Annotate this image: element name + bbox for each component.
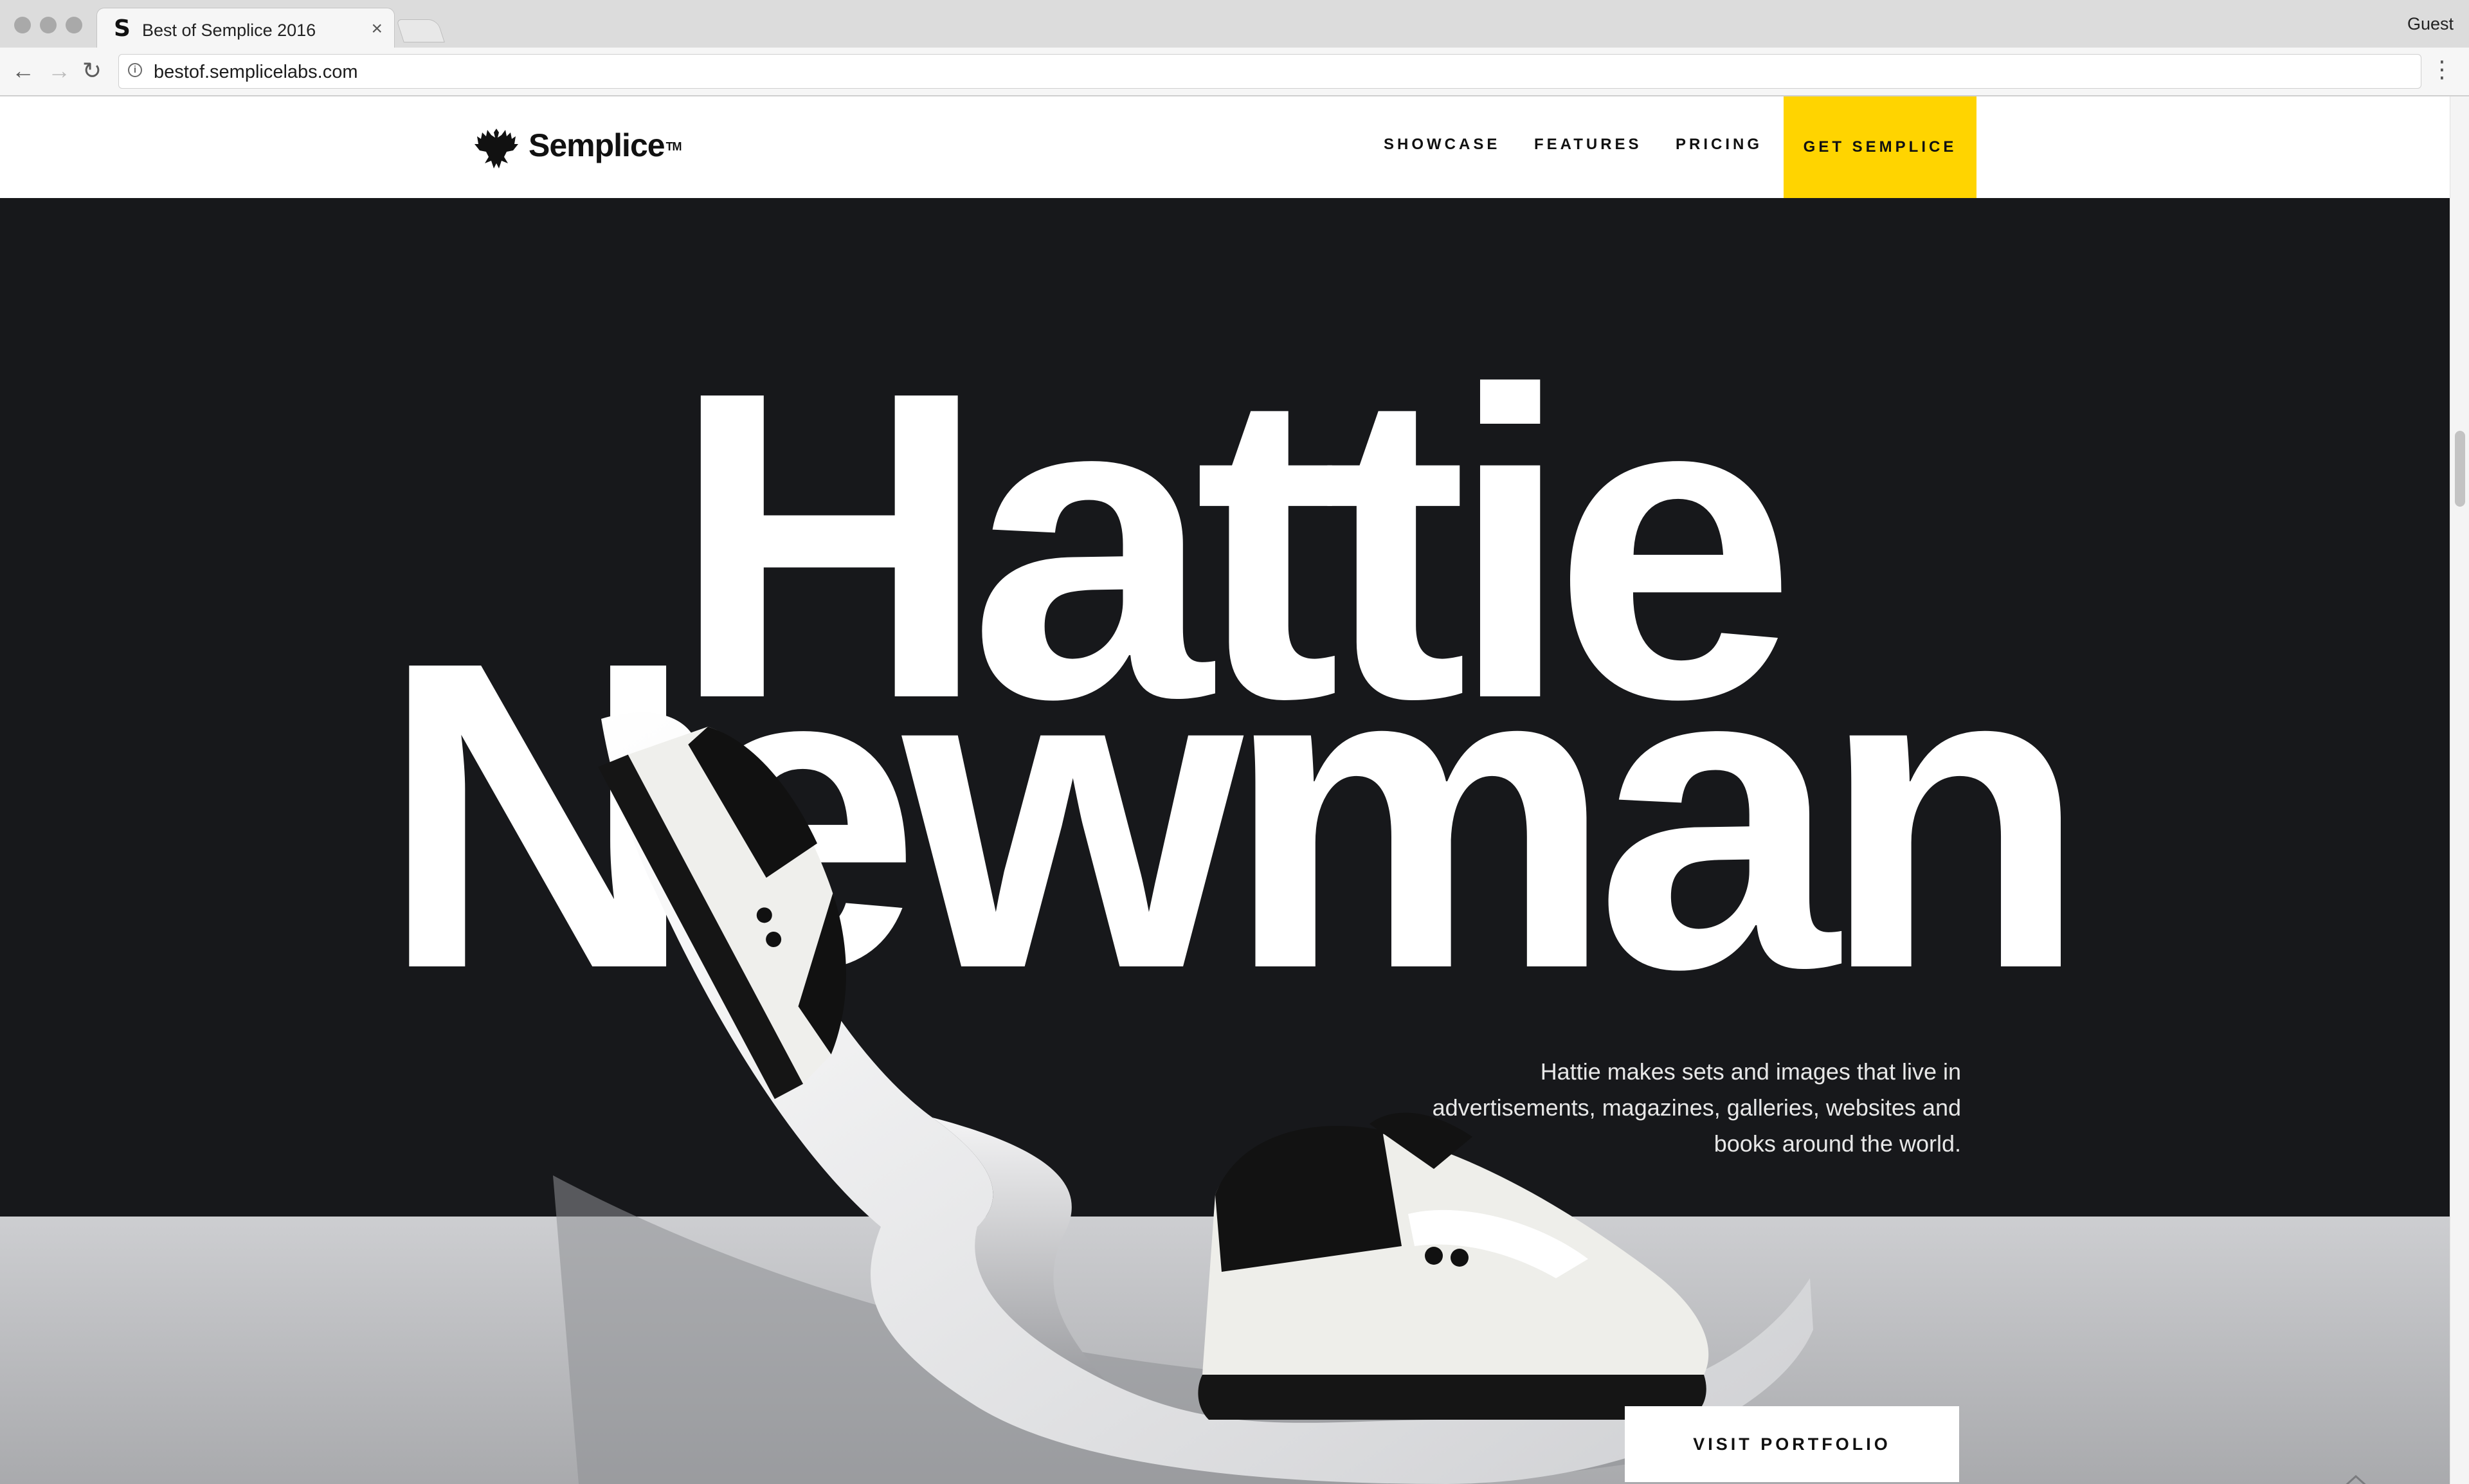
nav-showcase[interactable]: SHOWCASE bbox=[1384, 135, 1500, 154]
eagle-logo-icon[interactable] bbox=[472, 123, 521, 172]
url-text[interactable]: bestof.semplicelabs.com bbox=[154, 62, 358, 82]
window-zoom-dot[interactable] bbox=[66, 17, 82, 33]
tab-close-icon[interactable]: × bbox=[371, 19, 383, 39]
back-icon[interactable]: ← bbox=[12, 58, 35, 84]
nav-features[interactable]: FEATURES bbox=[1534, 135, 1642, 154]
semplice-favicon-icon: S bbox=[114, 15, 131, 42]
info-icon[interactable]: i bbox=[128, 63, 142, 77]
logo-wordmark[interactable]: Semplice TM bbox=[529, 127, 682, 163]
hero-description: Hattie makes sets and images that live i… bbox=[1432, 1058, 1961, 1157]
sneaker-upper-left-icon bbox=[598, 727, 846, 1099]
browser-tab-active[interactable]: S Best of Semplice 2016 × bbox=[96, 8, 395, 48]
page-scrollbar[interactable] bbox=[2450, 96, 2469, 1484]
browser-toolbar: ← → ↻ i bestof.semplicelabs.com ⋮ bbox=[0, 48, 2469, 96]
visit-portfolio-button[interactable]: VISIT PORTFOLIO bbox=[1625, 1406, 1959, 1482]
browser-tab-strip: S Best of Semplice 2016 × Guest bbox=[0, 0, 2469, 48]
menu-icon[interactable]: ⋮ bbox=[2430, 57, 2454, 82]
window-minimize-dot[interactable] bbox=[40, 17, 57, 33]
profile-button[interactable]: Guest bbox=[2407, 14, 2454, 34]
scrollbar-thumb[interactable] bbox=[2455, 431, 2465, 507]
window-close-dot[interactable] bbox=[14, 17, 31, 33]
reload-icon[interactable]: ↻ bbox=[82, 58, 102, 84]
scroll-to-top-icon[interactable] bbox=[2328, 1471, 2384, 1484]
sneaker-ribbon-artwork bbox=[553, 712, 1865, 1484]
tab-title: Best of Semplice 2016 bbox=[142, 21, 316, 40]
get-semplice-button[interactable]: GET SEMPLICE bbox=[1784, 96, 1976, 198]
page-viewport: Semplice TM SHOWCASE FEATURES PRICING GET… bbox=[0, 96, 2450, 1484]
site-header: Semplice TM SHOWCASE FEATURES PRICING GET… bbox=[0, 96, 2450, 198]
nav-pricing[interactable]: PRICING bbox=[1676, 135, 1762, 154]
address-bar[interactable]: i bestof.semplicelabs.com bbox=[118, 54, 2421, 89]
new-tab-button[interactable] bbox=[396, 19, 445, 42]
forward-icon[interactable]: → bbox=[48, 58, 71, 84]
hero-section: Hattie Newman Hattie makes sets and imag… bbox=[0, 198, 2450, 1484]
